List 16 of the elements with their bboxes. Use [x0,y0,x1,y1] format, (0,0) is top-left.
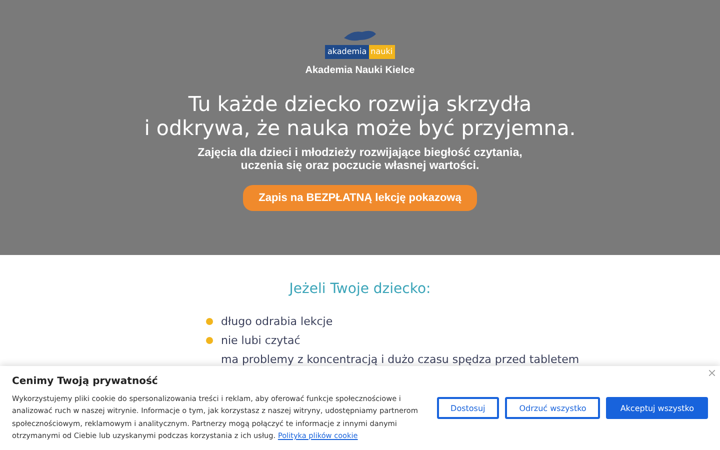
logo-text: akademia [325,45,369,59]
section-title: Jeżeli Twoje dziecko: [288,281,432,297]
close-icon[interactable] [709,370,715,376]
subheadline: Zajęcia dla dzieci i młodzieży rozwijające biegłość czytania, [198,147,522,160]
list-item: ma problemy z koncentracją i dużo czasu spędza przed tabletem [221,353,580,366]
list-item: nie lubi czytać [221,334,300,347]
cookie-button[interactable]: Akceptuj wszystko [606,397,708,419]
headline: i odkrywa, że nauka może być przyjemna. [144,116,576,140]
site-name: Akademia Nauki Kielce [305,65,415,76]
headline: Tu każde dziecko rozwija skrzydła [187,92,533,116]
cookie-title: Cenimy Twoją prywatność [12,376,159,387]
cookie-button[interactable]: Odrzuć wszystko [505,397,600,419]
subheadline: uczenia się oraz poczucie własnej wartości. [240,160,480,173]
list-item: długo odrabia lekcje [221,315,333,328]
logo-text: nauki [368,45,395,59]
cookie-button[interactable]: Dostosuj [436,397,500,419]
